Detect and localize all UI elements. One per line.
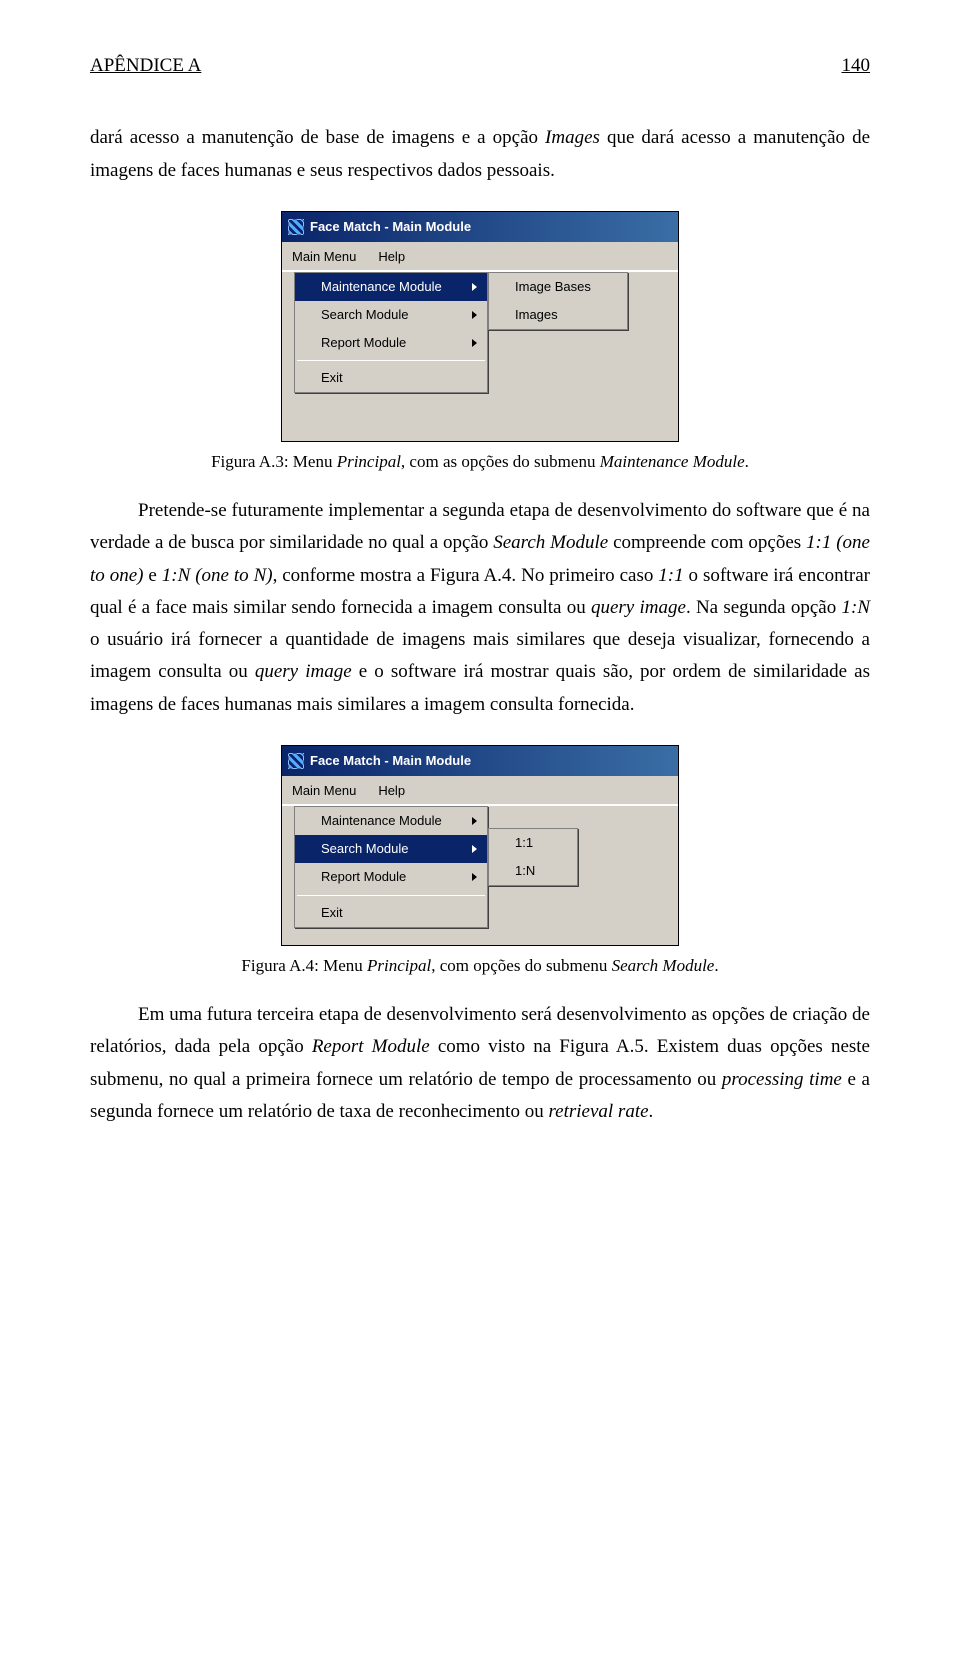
dd-report-module[interactable]: Report Module: [295, 863, 487, 891]
dd-report-module[interactable]: Report Module: [295, 329, 487, 357]
header-page-number: 140: [842, 50, 871, 82]
sm-image-bases[interactable]: Image Bases: [489, 273, 627, 301]
sm-one-to-one[interactable]: 1:1: [489, 829, 577, 857]
dd-maintenance-module[interactable]: Maintenance Module: [295, 807, 487, 835]
chevron-right-icon: [472, 873, 477, 881]
paragraph-3: Em uma futura terceira etapa de desenvol…: [90, 999, 870, 1128]
chevron-right-icon: [472, 339, 477, 347]
client-area: Maintenance Module Search Module Report …: [282, 805, 678, 945]
figure-a3-caption: Figura A.3: Menu Principal, com as opçõe…: [211, 448, 749, 477]
header-left: APÊNDICE A: [90, 50, 201, 82]
paragraph-2: Pretende-se futuramente implementar a se…: [90, 495, 870, 721]
app-icon: [288, 753, 304, 769]
dd-search-module[interactable]: Search Module: [295, 301, 487, 329]
main-menu-dropdown: Maintenance Module Search Module Report …: [294, 272, 488, 393]
chevron-right-icon: [472, 283, 477, 291]
menubar: Main Menu Help: [282, 242, 678, 271]
dd-exit[interactable]: Exit: [295, 899, 487, 927]
sm-one-to-n[interactable]: 1:N: [489, 857, 577, 885]
dd-maintenance-module[interactable]: Maintenance Module: [295, 273, 487, 301]
menu-help[interactable]: Help: [374, 778, 409, 804]
window-title: Face Match - Main Module: [310, 750, 471, 772]
titlebar[interactable]: Face Match - Main Module: [282, 746, 678, 776]
menu-main[interactable]: Main Menu: [288, 778, 360, 804]
client-area: Maintenance Module Search Module Report …: [282, 271, 678, 441]
sm-images[interactable]: Images: [489, 301, 627, 329]
page-header: APÊNDICE A 140: [90, 50, 870, 82]
menu-separator: [297, 895, 485, 896]
dd-exit[interactable]: Exit: [295, 364, 487, 392]
paragraph-1: dará acesso a manutenção de base de imag…: [90, 122, 870, 187]
menubar: Main Menu Help: [282, 776, 678, 805]
menu-help[interactable]: Help: [374, 244, 409, 270]
search-submenu: 1:1 1:N: [488, 828, 578, 886]
dd-search-module[interactable]: Search Module: [295, 835, 487, 863]
app-window-a3: Face Match - Main Module Main Menu Help …: [281, 211, 679, 442]
chevron-right-icon: [472, 311, 477, 319]
app-icon: [288, 219, 304, 235]
figure-a4: Face Match - Main Module Main Menu Help …: [90, 745, 870, 981]
chevron-right-icon: [472, 817, 477, 825]
app-window-a4: Face Match - Main Module Main Menu Help …: [281, 745, 679, 946]
figure-a4-caption: Figura A.4: Menu Principal, com opções d…: [241, 952, 718, 981]
chevron-right-icon: [472, 845, 477, 853]
menu-main[interactable]: Main Menu: [288, 244, 360, 270]
menu-separator: [297, 360, 485, 361]
figure-a3: Face Match - Main Module Main Menu Help …: [90, 211, 870, 477]
main-menu-dropdown: Maintenance Module Search Module Report …: [294, 806, 488, 927]
window-title: Face Match - Main Module: [310, 216, 471, 238]
maintenance-submenu: Image Bases Images: [488, 272, 628, 330]
titlebar[interactable]: Face Match - Main Module: [282, 212, 678, 242]
